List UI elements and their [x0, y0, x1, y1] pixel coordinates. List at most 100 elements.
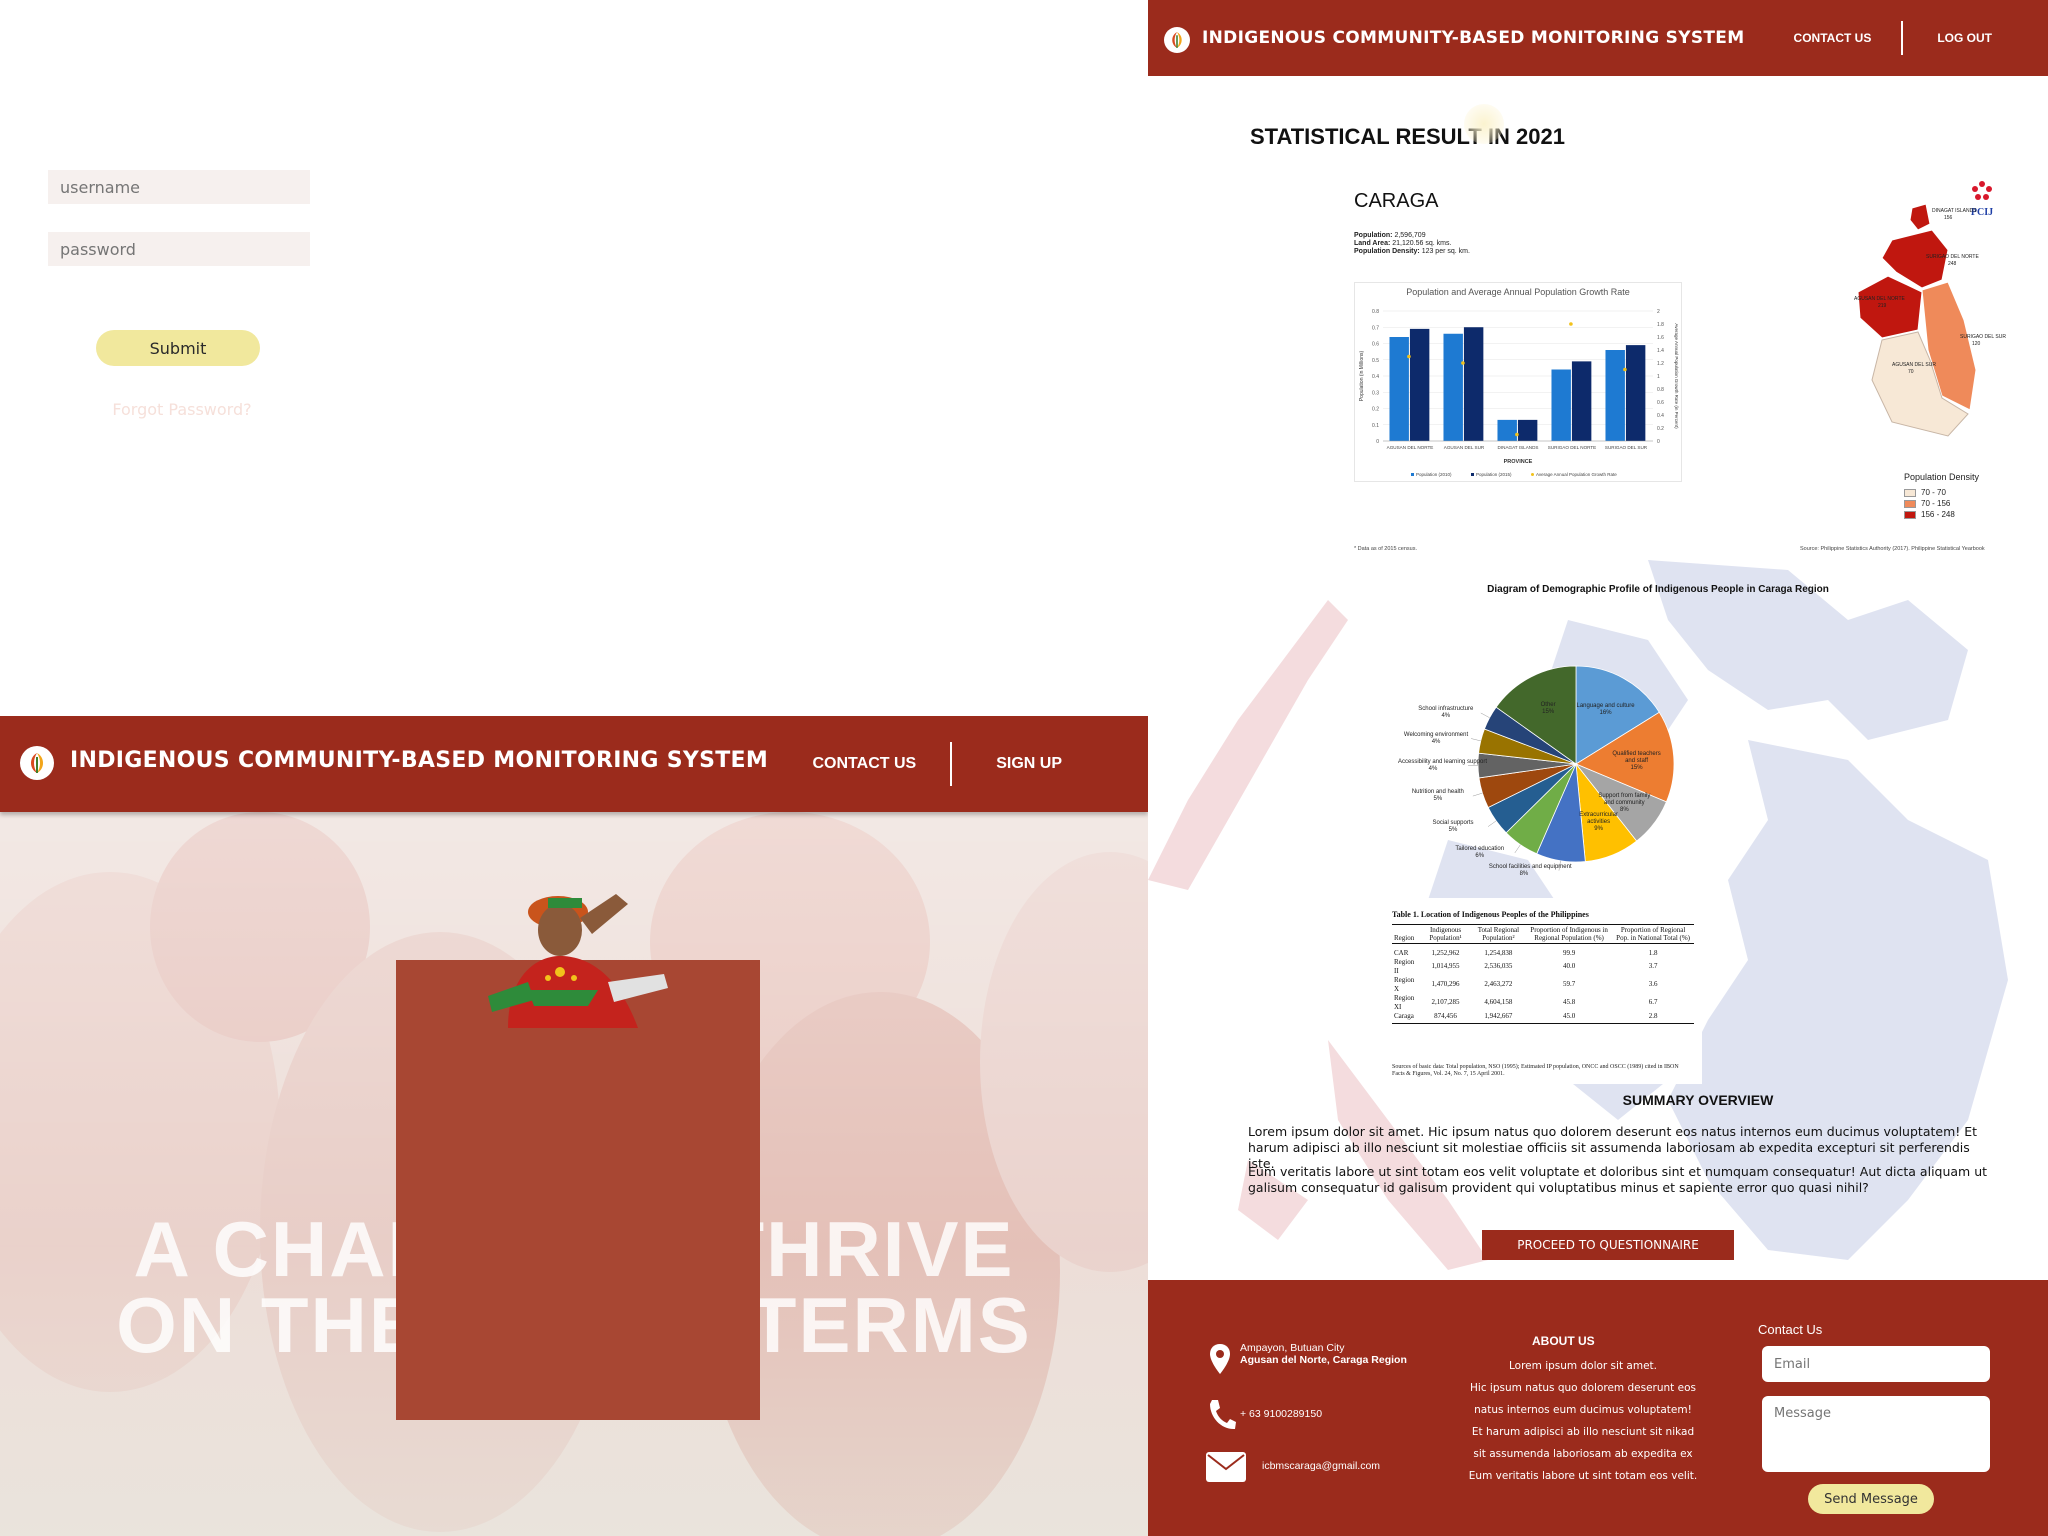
nav-contact-us-link[interactable]: CONTACT US [1794, 31, 1872, 45]
screenshot-stage: A CHANCE TO THRIVE ON THEIR OWN TERMS IN… [0, 0, 2048, 1536]
y2-tick-label: 1.8 [1657, 322, 1664, 328]
login-card-title: Indigenous Community Based Monitoring Sy… [6, 81, 358, 120]
svg-text:219: 219 [1878, 303, 1887, 309]
y-tick-label: 0.5 [1372, 358, 1379, 364]
contact-email-input[interactable] [1762, 1346, 1990, 1382]
svg-text:AGUSAN DEL NORTE: AGUSAN DEL NORTE [1854, 296, 1906, 302]
forgot-password-link[interactable]: Forgot Password? [0, 400, 364, 419]
pie-leader-line [1470, 738, 1481, 742]
pie-slice-label: Qualified teachers and staff 15% [1612, 751, 1661, 772]
about-line: Lorem ipsum dolor sit amet. [1509, 1360, 1657, 1372]
table-cell: 3.7 [1648, 962, 1658, 970]
nav-divider [950, 742, 953, 786]
table-cell: 2,463,272 [1484, 980, 1513, 988]
growth-rate-point [1515, 432, 1519, 437]
density-legend-item: 70 - 70 [1904, 488, 1979, 497]
footer: Ampayon, Butuan City Agusan del Norte, C… [1148, 1280, 2048, 1536]
y-tick-label: 0.1 [1372, 423, 1379, 429]
x-tick-label: AGUSAN DEL NORTE [1387, 445, 1434, 450]
nav-log-out-link[interactable]: LOG OUT [1937, 31, 1992, 45]
growth-rate-point [1623, 367, 1627, 372]
legend-label: 156 - 248 [1921, 510, 1955, 519]
legend-label: Population (2010) [1416, 472, 1452, 477]
bar-2010 [1497, 419, 1517, 441]
brand-rest: COMMUNITY-BASED MONITORING SYSTEM [1332, 28, 1745, 48]
svg-text:AGUSAN DEL SUR: AGUSAN DEL SUR [1892, 362, 1936, 368]
pie-slice-label: School infrastructure 4% [1418, 705, 1474, 719]
y-tick-label: 0 [1376, 439, 1379, 445]
nav-contact-us-link[interactable]: CONTACT US [813, 755, 917, 773]
summary-paragraph-2: Eum veritatis labore ut sint totam eos v… [1248, 1164, 1988, 1195]
x-axis-label: PROVINCE [1504, 459, 1533, 465]
brand-title: INDIGENOUS COMMUNITY-BASED MONITORING SY… [1202, 28, 1744, 48]
table-cell: 1,470,296 [1431, 980, 1460, 988]
brand-title: INDIGENOUS COMMUNITY-BASED MONITORING SY… [70, 748, 768, 773]
growth-rate-point [1407, 354, 1411, 359]
pie-leader-line [1487, 820, 1497, 827]
legend-swatch [1904, 488, 1916, 497]
table-cell: Region II [1394, 957, 1415, 975]
pie-slice-label: Language and culture 16% [1576, 702, 1635, 716]
summary-title: SUMMARY OVERVIEW [1622, 1092, 1774, 1108]
brand-logo-icon [1164, 27, 1190, 53]
table-header-cell: Region [1392, 924, 1421, 944]
table-cell: 2.8 [1612, 1011, 1694, 1024]
pie-slice-label: Accessibility and learning support 4% [1398, 758, 1488, 772]
pie-slice-label: Nutrition and health 5% [1411, 789, 1464, 803]
table-row: Region XI 2,107,285 4,604,158 45.8 6.7 [1392, 994, 1694, 1012]
sun-emblem-icon [1464, 104, 1504, 144]
send-message-button[interactable]: Send Message [1808, 1484, 1934, 1514]
table-cell: 2,107,285 [1431, 998, 1460, 1006]
table-cell: 2,536,035 [1484, 962, 1513, 970]
nav-sign-up-link[interactable]: SIGN UP [996, 755, 1062, 773]
caraga-infographic: CARAGA Population: 2,596,709 Land Area: … [1338, 170, 2010, 556]
svg-text:70: 70 [1908, 369, 1914, 375]
pie-slice-label: Extracurricular activities 9% [1579, 812, 1618, 833]
password-input[interactable] [48, 232, 310, 266]
svg-text:156: 156 [1944, 215, 1953, 221]
y-tick-label: 0.2 [1372, 407, 1379, 413]
table-cell: 1,014,955 [1431, 962, 1460, 970]
contact-message-input[interactable] [1762, 1396, 1990, 1472]
legend-swatch [1904, 510, 1916, 519]
pie-leader-line [1514, 844, 1521, 854]
username-input[interactable] [48, 170, 310, 204]
submit-button[interactable]: Submit [96, 330, 260, 366]
bar-2015 [1625, 345, 1646, 441]
stats-nav: CONTACT US LOG OUT [1794, 0, 2048, 76]
y2-tick-label: 0.6 [1657, 400, 1664, 406]
y2-tick-label: 0 [1657, 439, 1660, 445]
table-cell: CAR [1394, 948, 1409, 957]
pie-slice-label: Welcoming environment 4% [1403, 731, 1469, 745]
pie-slice-label: Social supports 5% [1432, 819, 1474, 833]
brand-rest: COMMUNITY-BASED MONITORING SYSTEM [237, 748, 769, 773]
table-cell: 3.6 [1648, 980, 1658, 988]
table-header-cell: Proportion of Regional Pop. in National … [1612, 924, 1694, 944]
bar-2010 [1551, 369, 1571, 441]
bar-2015 [1463, 327, 1484, 441]
y-tick-label: 0.7 [1372, 325, 1379, 331]
table-caption: Table 1. Location of Indigenous Peoples … [1392, 910, 1589, 919]
y-tick-label: 0.4 [1372, 374, 1379, 380]
y2-tick-label: 0.4 [1657, 413, 1664, 419]
pie-leader-line [1480, 712, 1490, 718]
table-cell: 6.7 [1648, 998, 1658, 1006]
login-nav: CONTACT US SIGN UP [813, 716, 1149, 812]
bar-2010 [1389, 337, 1409, 441]
svg-text:SURIGAO DEL NORTE: SURIGAO DEL NORTE [1926, 254, 1979, 260]
login-header: INDIGENOUS COMMUNITY-BASED MONITORING SY… [0, 716, 1148, 812]
location-pin-icon [1210, 1344, 1230, 1378]
bar-2015 [1409, 328, 1430, 441]
table-row: CAR 1,252,962 1,254,838 99.9 1.8 [1392, 944, 1694, 958]
y2-tick-label: 1.4 [1657, 348, 1664, 354]
proceed-to-questionnaire-button[interactable]: PROCEED TO QUESTIONNAIRE [1482, 1230, 1734, 1260]
y-tick-label: 0.3 [1372, 390, 1379, 396]
phone-icon [1208, 1398, 1236, 1436]
login-card [396, 960, 760, 1420]
demographic-pie-chart: Language and culture 16% Qualified teacher… [1396, 640, 1726, 900]
growth-rate-point [1461, 361, 1465, 365]
pie-slice-label: Tailored education 6% [1455, 845, 1505, 859]
ip-location-table: Region Indigenous Population¹ Total Region… [1392, 924, 1694, 1024]
legend-label: Average Annual Population Growth Rate [1536, 472, 1617, 477]
footnote-source: Source: Philippine Statistics Authority … [1800, 546, 1985, 552]
